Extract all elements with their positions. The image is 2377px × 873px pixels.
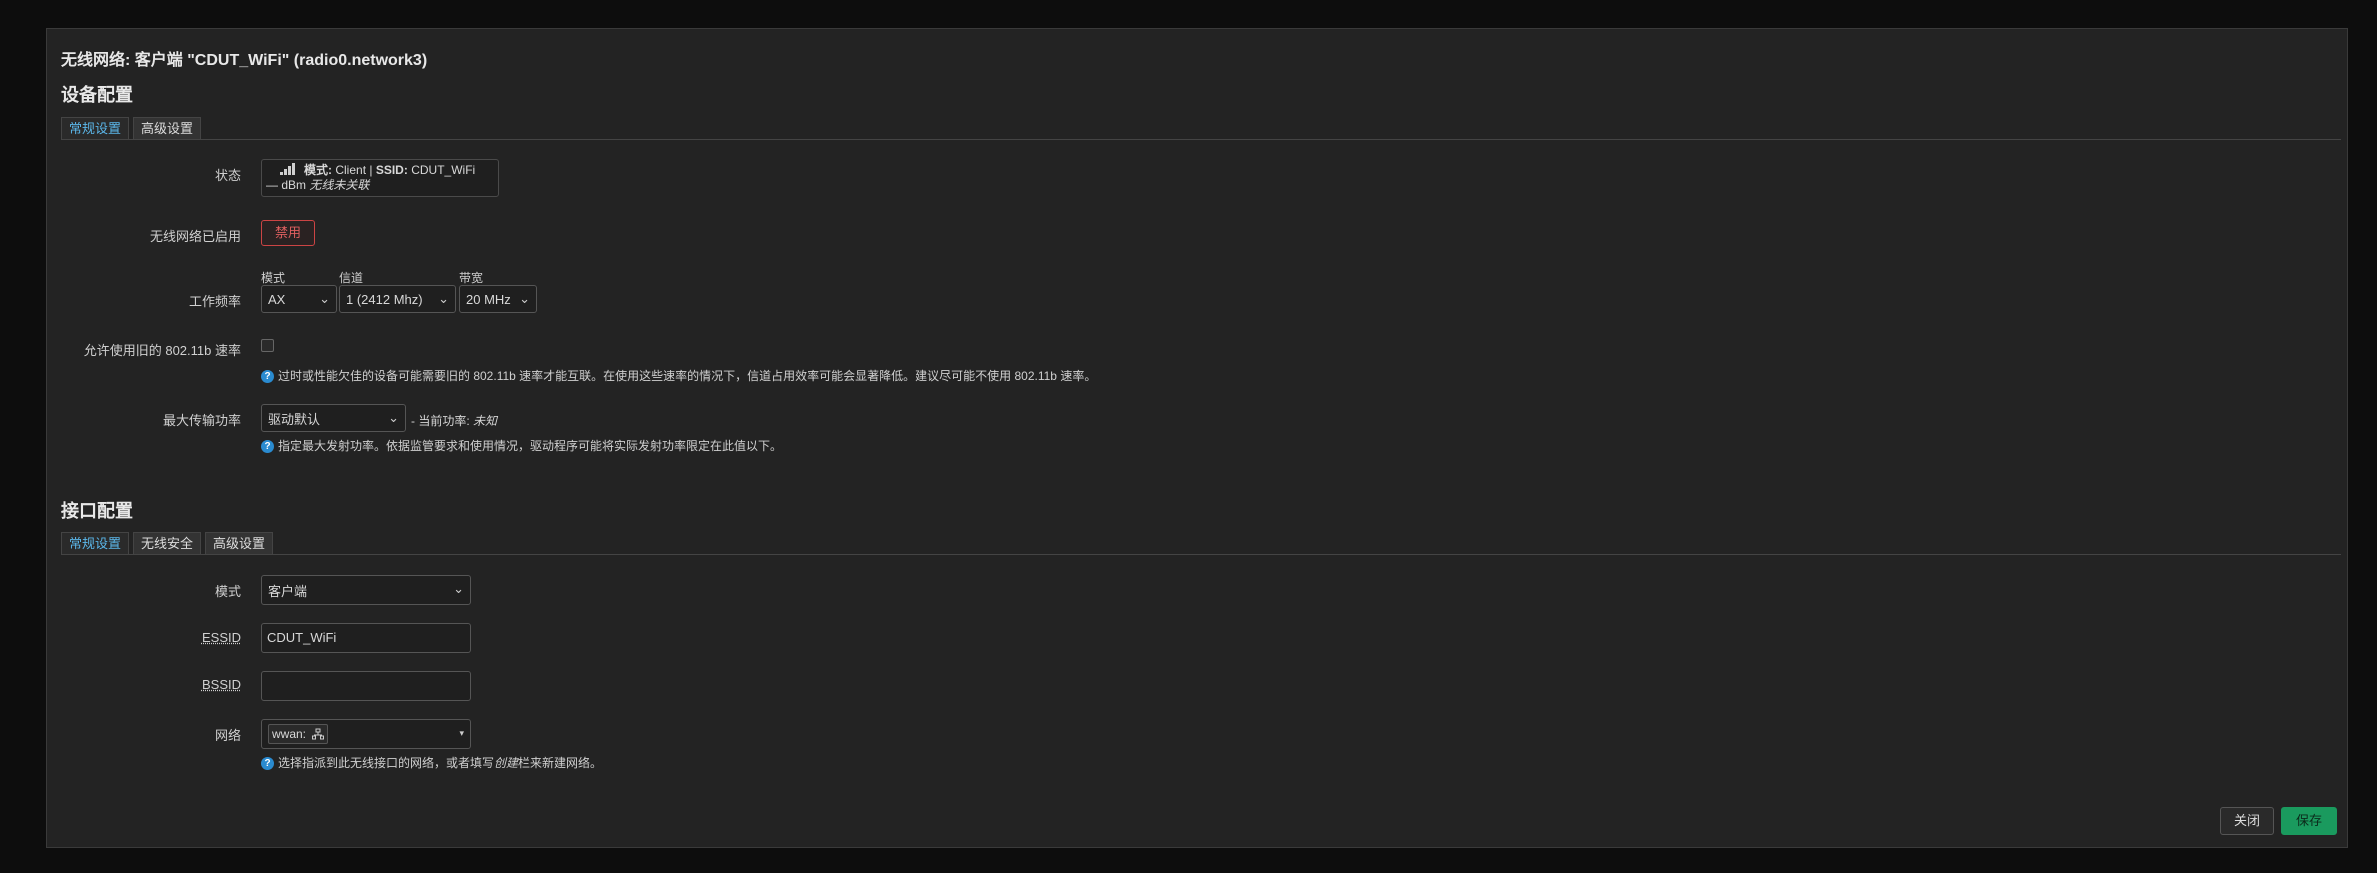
help-icon: ? — [261, 440, 274, 453]
tx-power-label: 最大传输功率 — [162, 413, 241, 428]
status-ssid-key: SSID: — [375, 163, 408, 177]
signal-icon — [280, 163, 295, 175]
interface-config-title: 接口配置 — [61, 501, 133, 521]
freq-width-label: 带宽 — [459, 271, 484, 285]
freq-width-select[interactable]: 20 MHz ⌄ — [459, 285, 537, 313]
freq-channel-value: 1 (2412 Mhz) — [346, 291, 423, 307]
freq-channel-select[interactable]: 1 (2412 Mhz) ⌄ — [339, 285, 456, 313]
iface-mode-select[interactable]: 客户端 ⌄ — [261, 575, 471, 605]
dialog-title: 无线网络: 客户端 "CDUT_WiFi" (radio0.network3) — [61, 52, 428, 69]
legacy-rates-help-text: 过时或性能欠佳的设备可能需要旧的 802.11b 速率才能互联。在使用这些速率的… — [278, 369, 1097, 383]
network-help-post: 栏来新建网络。 — [518, 756, 603, 770]
tx-power-current-value: 未知 — [473, 414, 498, 428]
status-field: 模式: Client | SSID: CDUT_WiFi — dBm 无线未关联 — [261, 159, 499, 197]
bssid-label: BSSID — [201, 677, 241, 692]
network-help-pre: 选择指派到此无线接口的网络，或者填写 — [278, 756, 495, 770]
iface-mode-value: 客户端 — [268, 583, 308, 599]
chevron-down-icon: ⌄ — [453, 581, 464, 596]
freq-channel-label: 信道 — [339, 271, 364, 285]
status-box: 模式: Client | SSID: CDUT_WiFi — dBm 无线未关联 — [261, 159, 499, 197]
tab-interface-security[interactable]: 无线安全 — [133, 532, 202, 555]
freq-mode-select[interactable]: AX ⌄ — [261, 285, 337, 313]
wireless-enabled-field: 禁用 — [261, 220, 315, 246]
essid-input[interactable]: CDUT_WiFi — [261, 623, 471, 653]
disable-button[interactable]: 禁用 — [261, 220, 315, 246]
device-config-tabs: 常规设置 高级设置 — [61, 117, 202, 140]
dropdown-arrow-icon: ▾ — [459, 728, 464, 738]
tx-power-value: 驱动默认 — [268, 411, 321, 427]
tab-divider — [61, 139, 2341, 140]
tab-device-advanced[interactable]: 高级设置 — [133, 117, 202, 140]
frequency-label: 工作频率 — [188, 294, 241, 309]
help-icon: ? — [261, 757, 274, 770]
freq-width-value: 20 MHz — [466, 291, 511, 307]
status-association: 无线未关联 — [309, 178, 370, 192]
chevron-down-icon: ⌄ — [438, 291, 449, 306]
status-mode-key: 模式: — [304, 163, 332, 177]
network-help: ? 选择指派到此无线接口的网络，或者填写创建栏来新建网络。 — [261, 754, 602, 771]
chevron-down-icon: ⌄ — [388, 410, 399, 425]
tx-power-help-text: 指定最大发射功率。依据监管要求和使用情况，驱动程序可能将实际发射功率限定在此值以… — [278, 439, 783, 453]
bssid-input[interactable] — [261, 671, 471, 701]
iface-mode-label: 模式 — [214, 584, 241, 599]
legacy-rates-help: ? 过时或性能欠佳的设备可能需要旧的 802.11b 速率才能互联。在使用这些速率… — [261, 367, 1096, 384]
status-separator: | — [369, 163, 373, 177]
tab-device-general[interactable]: 常规设置 — [61, 117, 130, 140]
status-mode-value: Client — [335, 163, 367, 177]
save-button[interactable]: 保存 — [2281, 807, 2337, 835]
tab-divider — [61, 554, 2341, 555]
essid-label: ESSID — [201, 630, 241, 645]
tx-power-current: - 当前功率: 未知 — [411, 412, 497, 429]
network-label: 网络 — [214, 728, 241, 743]
interface-config-tabs: 常规设置 无线安全 高级设置 — [61, 532, 274, 555]
freq-mode-value: AX — [268, 291, 286, 307]
chevron-down-icon: ⌄ — [319, 291, 330, 306]
close-button[interactable]: 关闭 — [2220, 807, 2274, 835]
wireless-network-dialog: 无线网络: 客户端 "CDUT_WiFi" (radio0.network3) … — [46, 28, 2348, 848]
tx-power-help: ? 指定最大发射功率。依据监管要求和使用情况，驱动程序可能将实际发射功率限定在此值… — [261, 437, 782, 454]
tab-interface-advanced[interactable]: 高级设置 — [205, 532, 274, 555]
network-tag[interactable]: wwan: — [268, 724, 329, 744]
chevron-down-icon: ⌄ — [519, 291, 530, 306]
device-config-title: 设备配置 — [61, 85, 133, 105]
network-select[interactable]: wwan: ▾ — [261, 719, 471, 749]
tx-power-select[interactable]: 驱动默认 ⌄ — [261, 404, 406, 432]
wireless-enabled-label: 无线网络已启用 — [149, 229, 241, 244]
status-dbm: — dBm — [266, 178, 307, 192]
status-ssid-value: CDUT_WiFi — [411, 163, 476, 177]
network-help-em: 创建 — [494, 756, 519, 770]
network-tag-label: wwan: — [272, 727, 307, 741]
legacy-rates-checkbox[interactable] — [261, 339, 274, 352]
help-icon: ? — [261, 370, 274, 383]
status-label: 状态 — [214, 168, 241, 183]
tx-power-current-prefix: - 当前功率: — [411, 414, 470, 428]
tab-interface-general[interactable]: 常规设置 — [61, 532, 130, 555]
freq-mode-label: 模式 — [261, 271, 286, 285]
network-icon — [312, 728, 325, 740]
legacy-rates-field — [261, 339, 274, 352]
legacy-rates-label: 允许使用旧的 802.11b 速率 — [83, 343, 241, 358]
